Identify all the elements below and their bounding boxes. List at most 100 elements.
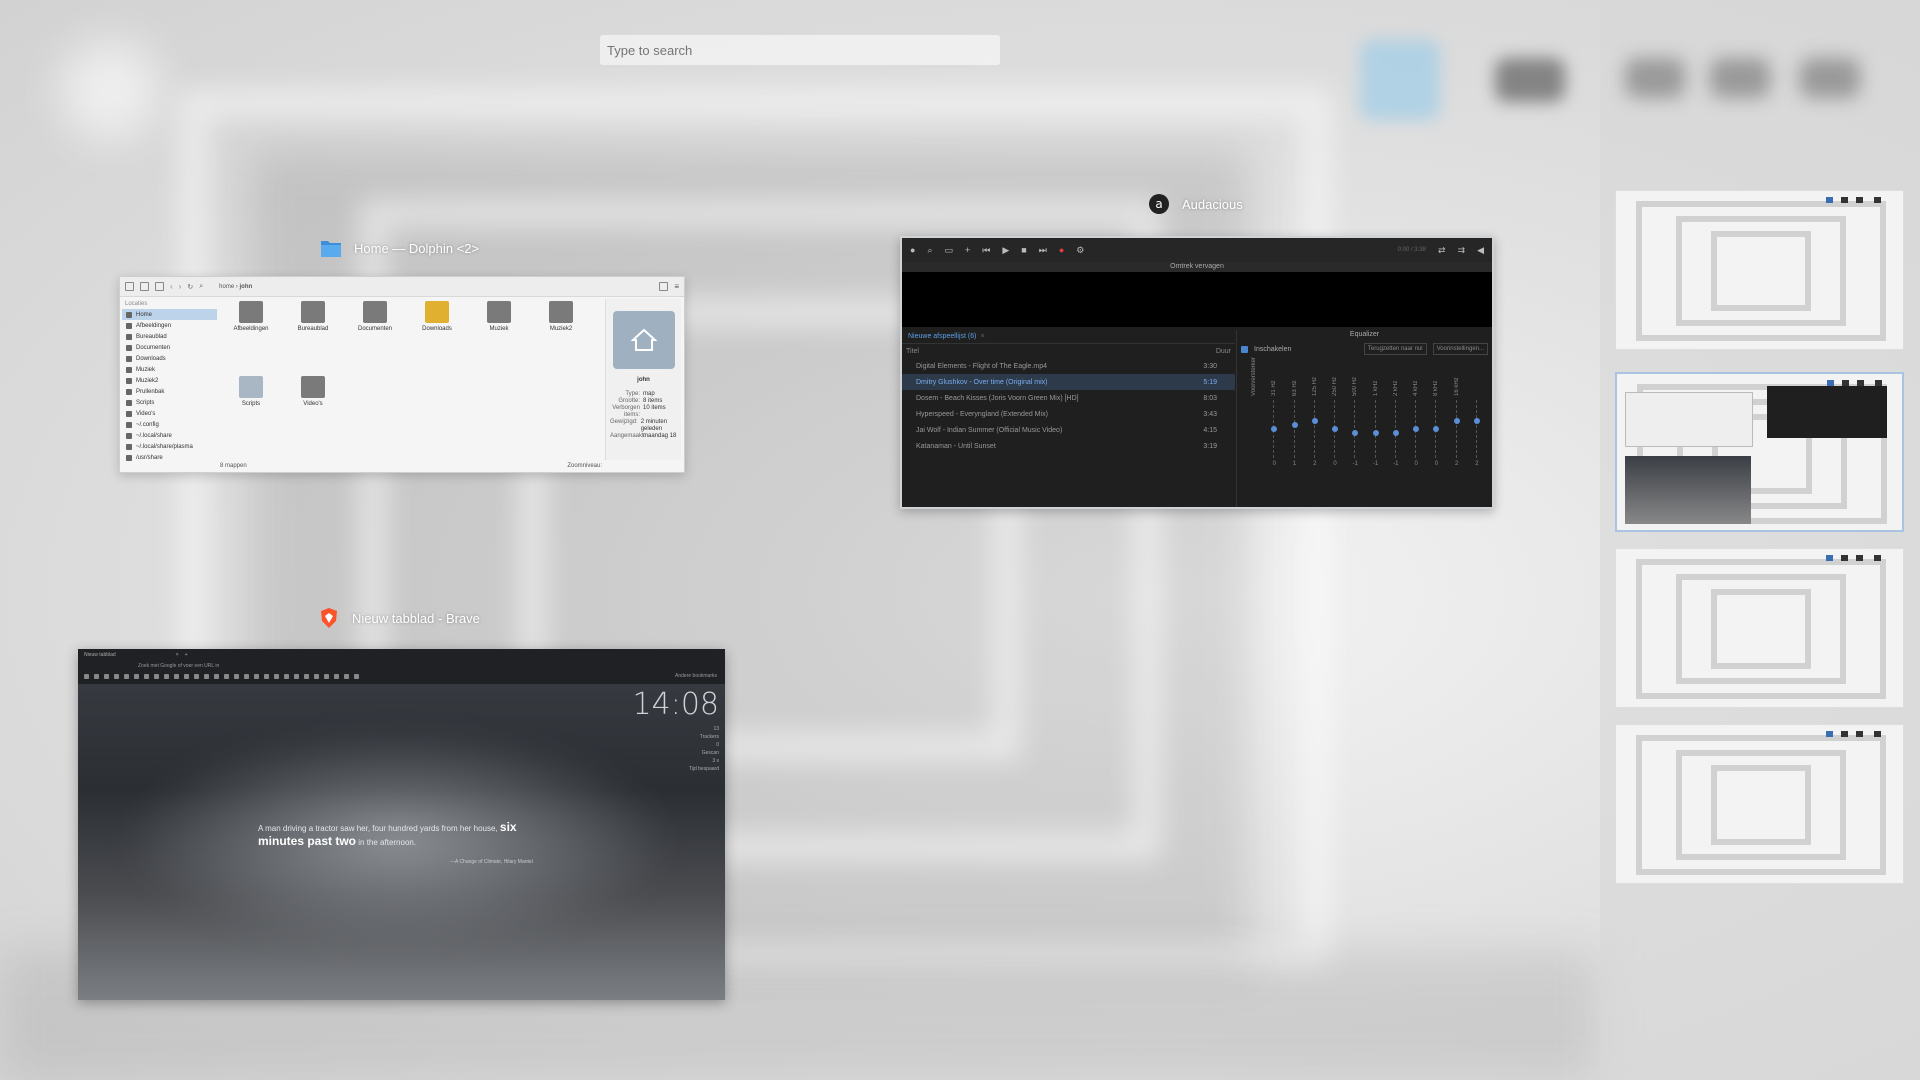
breadcrumb[interactable]: home › john <box>219 284 252 290</box>
settings-icon[interactable]: ⚙ <box>1076 245 1084 256</box>
file-item[interactable]: Video's <box>282 376 344 418</box>
places-item[interactable]: Video's <box>122 408 217 419</box>
places-item[interactable]: Downloads <box>122 353 217 364</box>
places-item[interactable]: Documenten <box>122 342 217 353</box>
presets-button[interactable]: Voorinstellingen... <box>1432 343 1488 355</box>
places-item[interactable]: Home <box>122 309 217 320</box>
file-item[interactable]: Muziek <box>468 301 530 343</box>
split-view-button[interactable] <box>659 282 669 291</box>
record-icon[interactable]: ● <box>1059 245 1064 255</box>
brave-window[interactable]: Nieuw tabblad × + Zoek met Google of voer … <box>78 649 725 1000</box>
places-item[interactable]: ~/.local/share/plasma <box>122 441 217 452</box>
view-details-button[interactable] <box>155 282 164 291</box>
file-item[interactable]: Downloads <box>406 301 468 343</box>
equalizer-enable-checkbox[interactable] <box>1241 345 1248 353</box>
search-icon[interactable]: ⌕ <box>199 283 203 291</box>
playlist-tab[interactable]: Nieuwe afspeellijst (6) × <box>902 330 1235 344</box>
search-input[interactable] <box>600 35 1000 65</box>
slider-knob[interactable] <box>1372 430 1379 436</box>
back-icon[interactable]: ‹ <box>170 282 173 291</box>
eq-band-slider[interactable]: 500 Hz -1 <box>1348 358 1362 501</box>
view-icons-button[interactable] <box>125 282 134 291</box>
slider-knob[interactable] <box>1473 418 1480 424</box>
eq-band-slider[interactable]: 2 kHz -1 <box>1389 358 1403 501</box>
next-icon[interactable]: ⏭ <box>1039 245 1047 256</box>
browser-tab[interactable]: Nieuw tabblad <box>84 652 116 658</box>
virtual-desktop-thumbnail[interactable] <box>1615 548 1904 708</box>
places-item[interactable]: Muziek2 <box>122 375 217 386</box>
slider-knob[interactable] <box>1392 430 1399 436</box>
stat-line: 13 <box>713 726 719 732</box>
audacious-menu-icon[interactable]: ● <box>910 245 915 255</box>
dolphin-window[interactable]: ‹ › ↻ ⌕ home › john ≡ Locaties Home Afbee… <box>119 276 685 473</box>
file-item[interactable]: Bureaublad <box>282 301 344 343</box>
view-compact-button[interactable] <box>140 282 149 291</box>
playlist-row[interactable]: Hyperspeed - Everyngland (Extended Mix) 3… <box>902 406 1235 422</box>
places-item[interactable]: Bureaublad <box>122 331 217 342</box>
slider-knob[interactable] <box>1311 418 1318 424</box>
other-bookmarks[interactable]: Andere bookmarks <box>675 673 717 679</box>
volume-icon[interactable]: ◀ <box>1477 245 1484 256</box>
places-item[interactable]: ~/.local/share <box>122 430 217 441</box>
playlist-row[interactable]: Jai Wolf - Indian Summer (Official Music… <box>902 422 1235 438</box>
brave-caption[interactable]: Nieuw tabblad - Brave <box>318 608 480 628</box>
reload-icon[interactable]: ↻ <box>187 283 193 291</box>
eq-band-slider[interactable]: 16 kHz 2 <box>1450 358 1464 501</box>
slider-knob[interactable] <box>1413 426 1420 432</box>
play-icon[interactable]: ▶ <box>1002 245 1009 256</box>
audacious-caption[interactable]: a Audacious <box>1148 194 1243 214</box>
dolphin-title: Home — Dolphin <2> <box>354 240 480 256</box>
places-item[interactable]: Scripts <box>122 397 217 408</box>
forward-icon[interactable]: › <box>179 282 182 291</box>
eq-band-slider[interactable]: 250 Hz 0 <box>1328 358 1342 501</box>
repeat-icon[interactable]: ⇄ <box>1438 245 1446 256</box>
slider-knob[interactable] <box>1271 426 1278 432</box>
slider-knob[interactable] <box>1332 426 1339 432</box>
playlist-row[interactable]: Dmitry Glushkov - Over time (Original mi… <box>902 374 1235 390</box>
file-item[interactable]: Afbeeldingen <box>220 301 282 343</box>
brave-icon <box>318 608 340 628</box>
eq-band-slider[interactable]: 4 kHz 0 <box>1409 358 1423 501</box>
audacious-window[interactable]: ● ⌕ ▭ + ⏮ ▶ ■ ⏭ ● ⚙ 0:00 / 3:38 ⇄ ⇉ ◀ Om… <box>900 236 1494 509</box>
hamburger-menu-icon[interactable]: ≡ <box>674 282 679 291</box>
address-bar[interactable]: Zoek met Google of voer een URL in <box>138 663 219 669</box>
places-item[interactable]: /usr/share <box>122 452 217 463</box>
search-icon[interactable]: ⌕ <box>927 245 932 256</box>
equalizer-title: Equalizer <box>1349 331 1380 338</box>
eq-band-slider[interactable]: 2 <box>1470 358 1484 501</box>
file-item[interactable]: Muziek2 <box>530 301 592 343</box>
reset-button[interactable]: Terugzetten naar nul <box>1363 343 1427 355</box>
audacious-title: Audacious <box>1182 196 1243 212</box>
eq-band-slider[interactable]: 63 Hz 1 <box>1288 358 1302 501</box>
playlist-row[interactable]: Dosem - Beach Kisses (Joris Voorn Green … <box>902 390 1235 406</box>
slider-knob[interactable] <box>1291 422 1298 428</box>
eq-band-slider[interactable]: 31 Hz 0 <box>1267 358 1281 501</box>
places-item[interactable]: Muziek <box>122 364 217 375</box>
virtual-desktop-thumbnail[interactable] <box>1615 724 1904 884</box>
virtual-desktop-thumbnail[interactable] <box>1615 372 1904 532</box>
open-file-icon[interactable]: ▭ <box>944 245 953 256</box>
previous-icon[interactable]: ⏮ <box>982 245 990 256</box>
preamp-slider[interactable]: Voorversterker <box>1247 357 1261 501</box>
slider-knob[interactable] <box>1352 430 1359 436</box>
dolphin-caption[interactable]: Home — Dolphin <2> <box>320 238 479 258</box>
file-item[interactable]: Scripts <box>220 376 282 418</box>
eq-band-slider[interactable]: 1 kHz -1 <box>1369 358 1383 501</box>
folder-icon <box>320 238 342 258</box>
slider-knob[interactable] <box>1433 426 1440 432</box>
stop-icon[interactable]: ■ <box>1021 245 1026 255</box>
place-icon <box>126 366 132 373</box>
slider-knob[interactable] <box>1453 418 1460 424</box>
playlist-row[interactable]: Katanaman - Until Sunset 3:19 <box>902 438 1235 454</box>
information-panel: john Type: map Grootte: 8 items Verborgen it… <box>605 299 681 460</box>
playlist-row[interactable]: Digital Elements - Flight of The Eagle.m… <box>902 358 1235 374</box>
add-icon[interactable]: + <box>965 245 970 255</box>
eq-band-slider[interactable]: 125 Hz 2 <box>1308 358 1322 501</box>
places-item[interactable]: Prullenbak <box>122 386 217 397</box>
virtual-desktop-thumbnail[interactable] <box>1615 190 1904 350</box>
file-item[interactable]: Documenten <box>344 301 406 343</box>
eq-band-slider[interactable]: 8 kHz 0 <box>1429 358 1443 501</box>
places-item[interactable]: ~/.config <box>122 419 217 430</box>
places-item[interactable]: Afbeeldingen <box>122 320 217 331</box>
shuffle-icon[interactable]: ⇉ <box>1458 245 1466 256</box>
